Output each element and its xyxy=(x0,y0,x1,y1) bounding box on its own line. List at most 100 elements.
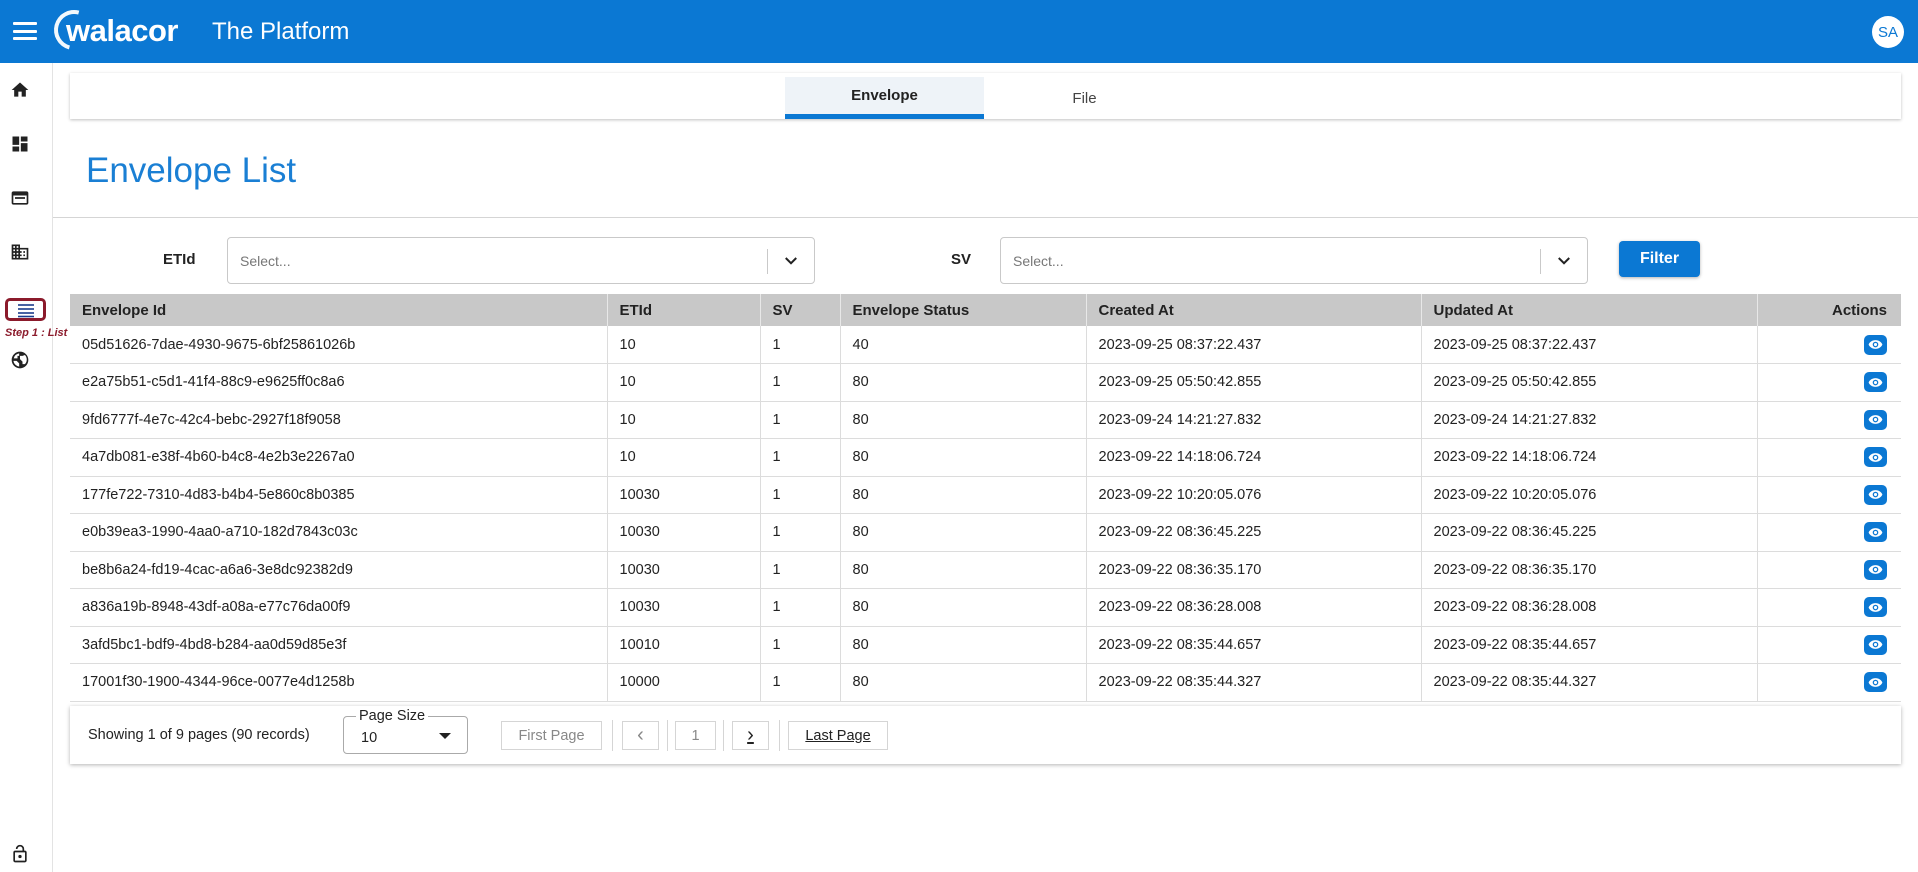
cell-envelope-status: 80 xyxy=(840,438,1087,477)
eye-icon[interactable] xyxy=(1864,672,1887,693)
eye-icon[interactable] xyxy=(1864,634,1887,655)
cell-actions xyxy=(1757,363,1901,402)
table-row: 05d51626-7dae-4930-9675-6bf25861026b 10 1 4… xyxy=(70,326,1901,364)
cell-sv: 1 xyxy=(760,663,841,702)
table-row: e0b39ea3-1990-4aa0-a710-182d7843c03c 1003… xyxy=(70,513,1901,552)
column-header-created-at[interactable]: Created At xyxy=(1086,294,1422,326)
cell-envelope-id: a836a19b-8948-43df-a08a-e77c76da00f9 xyxy=(70,588,608,627)
dashboard-icon[interactable] xyxy=(9,133,31,155)
table-row: 17001f30-1900-4344-96ce-0077e4d1258b 1000… xyxy=(70,663,1901,702)
cell-updated-at: 2023-09-22 08:35:44.327 xyxy=(1421,663,1758,702)
page-size-select[interactable]: Page Size 10 xyxy=(343,708,468,754)
user-avatar[interactable]: SA xyxy=(1872,16,1904,48)
etid-filter-label: ETId xyxy=(163,251,196,268)
cell-envelope-status: 80 xyxy=(840,401,1087,439)
eye-icon[interactable] xyxy=(1864,334,1887,355)
cell-envelope-status: 80 xyxy=(840,551,1087,589)
prev-page-button[interactable]: ‹ xyxy=(622,721,659,750)
cell-etid: 10 xyxy=(607,401,761,439)
next-page-button[interactable]: › xyxy=(732,721,769,750)
hamburger-menu-icon[interactable] xyxy=(13,22,37,40)
table-header-row: Envelope Id ETId SV Envelope Status Crea… xyxy=(70,294,1901,326)
column-header-updated-at[interactable]: Updated At xyxy=(1421,294,1758,326)
eye-icon[interactable] xyxy=(1864,372,1887,393)
cell-updated-at: 2023-09-25 05:50:42.855 xyxy=(1421,363,1758,402)
caret-down-icon[interactable] xyxy=(439,733,451,739)
cell-created-at: 2023-09-22 10:20:05.076 xyxy=(1086,476,1422,514)
section-divider xyxy=(53,217,1918,218)
cell-envelope-id: 9fd6777f-4e7c-42c4-bebc-2927f18f9058 xyxy=(70,401,608,439)
cell-sv: 1 xyxy=(760,588,841,627)
eye-icon[interactable] xyxy=(1864,447,1887,468)
cell-etid: 10030 xyxy=(607,588,761,627)
table-row: 4a7db081-e38f-4b60-b4c8-4e2b3e2267a0 10 1 8… xyxy=(70,438,1901,477)
cell-created-at: 2023-09-22 14:18:06.724 xyxy=(1086,438,1422,477)
chevron-down-icon[interactable] xyxy=(1555,252,1573,270)
cell-envelope-id: 05d51626-7dae-4930-9675-6bf25861026b xyxy=(70,326,608,364)
eye-icon[interactable] xyxy=(1864,522,1887,543)
schema-icon[interactable] xyxy=(9,187,31,209)
cell-updated-at: 2023-09-22 14:18:06.724 xyxy=(1421,438,1758,477)
etid-select-placeholder: Select... xyxy=(240,253,291,269)
cell-created-at: 2023-09-22 08:36:35.170 xyxy=(1086,551,1422,589)
filter-button[interactable]: Filter xyxy=(1619,241,1700,277)
cell-updated-at: 2023-09-22 08:36:28.008 xyxy=(1421,588,1758,627)
logo-text: walacor xyxy=(66,13,178,48)
tabs-bar: Envelope File xyxy=(70,73,1901,119)
cell-envelope-id: be8b6a24-fd19-4cac-a6a6-3e8dc92382d9 xyxy=(70,551,608,589)
dashboard-globe-icon[interactable] xyxy=(9,349,31,371)
cell-envelope-status: 80 xyxy=(840,513,1087,552)
table-row: e2a75b51-c5d1-41f4-88c9-e9625ff0c8a6 10 1 8… xyxy=(70,363,1901,402)
left-nav-rail: Step 1 : List xyxy=(0,63,67,872)
organization-icon[interactable] xyxy=(9,241,31,263)
home-icon[interactable] xyxy=(9,79,31,101)
cell-envelope-status: 80 xyxy=(840,476,1087,514)
column-header-actions: Actions xyxy=(1757,294,1901,326)
cell-etid: 10 xyxy=(607,326,761,364)
eye-icon[interactable] xyxy=(1864,409,1887,430)
column-header-sv[interactable]: SV xyxy=(760,294,841,326)
first-page-button[interactable]: First Page xyxy=(501,721,602,750)
table-row: 9fd6777f-4e7c-42c4-bebc-2927f18f9058 10 1 8… xyxy=(70,401,1901,439)
etid-select[interactable]: Select... xyxy=(227,237,815,284)
tab-file[interactable]: File xyxy=(985,77,1184,119)
lock-icon[interactable] xyxy=(9,843,31,865)
eye-icon[interactable] xyxy=(1864,597,1887,618)
sv-select[interactable]: Select... xyxy=(1000,237,1588,284)
pager-separator xyxy=(667,720,668,751)
pagination-info: Showing 1 of 9 pages (90 records) xyxy=(88,727,310,743)
eye-icon[interactable] xyxy=(1864,559,1887,580)
tab-envelope[interactable]: Envelope xyxy=(785,77,984,119)
chevron-down-icon[interactable] xyxy=(782,252,800,270)
select-separator xyxy=(767,249,768,274)
cell-sv: 1 xyxy=(760,476,841,514)
cell-actions xyxy=(1757,513,1901,552)
envelope-table: Envelope Id ETId SV Envelope Status Crea… xyxy=(70,294,1901,702)
cell-etid: 10030 xyxy=(607,551,761,589)
cell-created-at: 2023-09-22 08:36:45.225 xyxy=(1086,513,1422,552)
table-row: 177fe722-7310-4d83-b4b4-5e860c8b0385 1003… xyxy=(70,476,1901,514)
cell-envelope-status: 40 xyxy=(840,326,1087,364)
sv-select-placeholder: Select... xyxy=(1013,253,1064,269)
pagination-bar: Showing 1 of 9 pages (90 records) Page S… xyxy=(70,706,1901,764)
cell-sv: 1 xyxy=(760,626,841,664)
walacor-logo[interactable]: walacor xyxy=(46,2,178,58)
page-size-label: Page Size xyxy=(356,708,429,724)
column-header-envelope-id[interactable]: Envelope Id xyxy=(70,294,608,326)
select-separator xyxy=(1540,249,1541,274)
cell-created-at: 2023-09-25 05:50:42.855 xyxy=(1086,363,1422,402)
cell-created-at: 2023-09-22 08:35:44.657 xyxy=(1086,626,1422,664)
cell-etid: 10000 xyxy=(607,663,761,702)
cell-envelope-id: 17001f30-1900-4344-96ce-0077e4d1258b xyxy=(70,663,608,702)
cell-etid: 10010 xyxy=(607,626,761,664)
column-header-etid[interactable]: ETId xyxy=(607,294,761,326)
list-icon[interactable] xyxy=(5,298,46,321)
cell-etid: 10030 xyxy=(607,476,761,514)
cell-updated-at: 2023-09-22 10:20:05.076 xyxy=(1421,476,1758,514)
eye-icon[interactable] xyxy=(1864,484,1887,505)
last-page-button[interactable]: Last Page xyxy=(788,721,888,750)
step-annotation-label: Step 1 : List xyxy=(5,327,68,339)
column-header-envelope-status[interactable]: Envelope Status xyxy=(840,294,1087,326)
cell-actions xyxy=(1757,588,1901,627)
cell-envelope-status: 80 xyxy=(840,363,1087,402)
